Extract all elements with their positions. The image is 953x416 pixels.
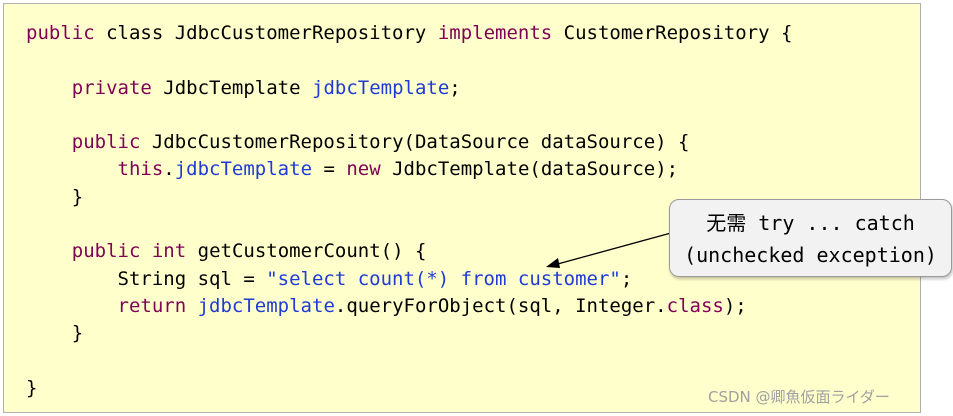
code-token: class xyxy=(666,294,724,317)
code-token: int xyxy=(151,240,187,263)
code-token: } xyxy=(26,322,84,345)
code-token: } xyxy=(26,376,38,399)
code-token: jdbcTemplate xyxy=(312,76,450,99)
code-token: ; xyxy=(620,267,633,290)
code-token: this xyxy=(117,158,164,181)
code-line: private JdbcTemplate jdbcTemplate; xyxy=(26,75,792,102)
callout-note: 无需 try ... catch (unchecked exception) xyxy=(669,199,952,277)
code-token: .queryForObject(sql, Integer. xyxy=(334,294,667,317)
code-token: private xyxy=(71,76,152,99)
code-token: } xyxy=(26,185,84,208)
code-token: getCustomerCount() { xyxy=(186,240,427,263)
code-line: public JdbcCustomerRepository(DataSource… xyxy=(26,129,792,156)
code-token: public xyxy=(26,22,95,44)
code-token: implements xyxy=(437,22,553,44)
callout-line-1: 无需 try ... catch xyxy=(706,211,915,235)
code-token: new xyxy=(346,158,381,181)
code-token: jdbcTemplate xyxy=(197,294,335,317)
code-token: . xyxy=(163,158,175,181)
code-token: return xyxy=(117,294,187,317)
code-token: public xyxy=(71,240,141,263)
code-token: CustomerRepository { xyxy=(552,22,793,44)
code-line: return jdbcTemplate.queryForObject(sql, … xyxy=(26,293,792,320)
code-token: "select count(*) from customer" xyxy=(266,267,621,290)
code-token: public xyxy=(71,131,141,154)
code-token: JdbcTemplate xyxy=(151,76,312,99)
code-line: public class JdbcCustomerRepository impl… xyxy=(26,20,792,47)
code-token: String sql = xyxy=(26,267,267,290)
code-line: this.jdbcTemplate = new JdbcTemplate(dat… xyxy=(26,156,792,183)
code-token: ; xyxy=(449,76,461,99)
code-token: = xyxy=(312,158,347,181)
code-line: } xyxy=(26,320,792,347)
callout-line-2: (unchecked exception) xyxy=(684,243,937,267)
watermark: CSDN @卿魚仮面ライダー xyxy=(708,388,890,406)
code-token: JdbcTemplate(dataSource); xyxy=(380,158,679,181)
code-token: class JdbcCustomerRepository xyxy=(94,22,438,44)
code-token: jdbcTemplate xyxy=(174,158,313,181)
code-line: } xyxy=(26,375,792,402)
code-token: JdbcCustomerRepository(DataSource dataSo… xyxy=(140,131,690,154)
code-token: ); xyxy=(723,294,747,317)
